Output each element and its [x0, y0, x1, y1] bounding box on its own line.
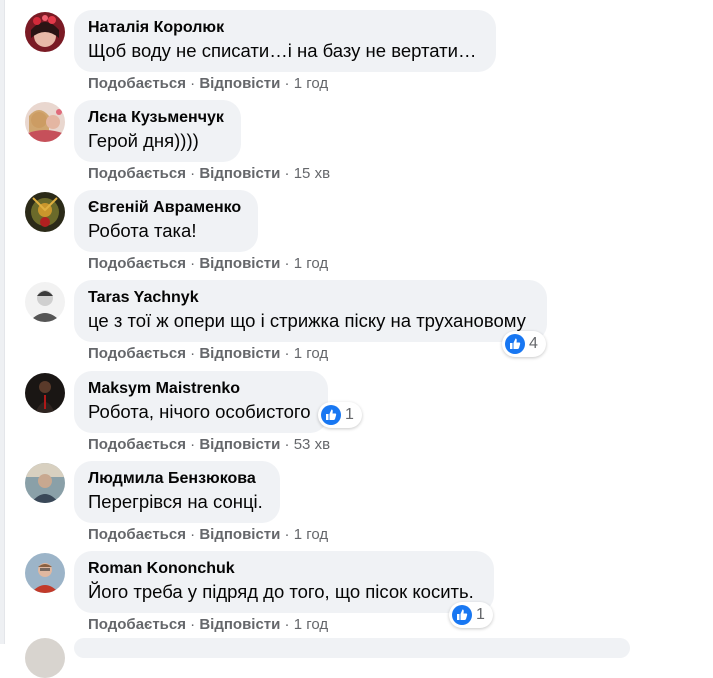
comment-author[interactable]: Maksym Maistrenko — [88, 379, 314, 399]
comment-text: Робота така! — [88, 220, 197, 241]
comment-bubble: Maksym Maistrenko Робота, нічого особист… — [74, 371, 328, 433]
like-thumbs-up-icon — [452, 605, 472, 625]
separator: · — [280, 616, 294, 633]
comment-author[interactable]: Євгеній Авраменко — [88, 198, 244, 218]
comment-author[interactable]: Людмила Бензюкова — [88, 469, 266, 489]
comment: Taras Yachnyk це з тої ж опери що і стри… — [0, 270, 713, 362]
reaction-badge[interactable]: 1 — [318, 402, 362, 428]
comment: Лєна Кузьменчук Герой дня)))) Подобаєтьс… — [0, 90, 713, 182]
avatar[interactable] — [25, 12, 65, 52]
avatar[interactable] — [25, 192, 65, 232]
separator: · — [185, 616, 200, 633]
comment-text: Герой дня)))) — [88, 130, 199, 151]
comment: Євгеній Авраменко Робота така! Подобаєть… — [0, 180, 713, 272]
comment-bubble — [74, 638, 630, 658]
like-thumbs-up-icon — [505, 334, 525, 354]
reaction-badge[interactable]: 4 — [502, 331, 546, 357]
comment-actions: Подобається · Відповісти · 1 год — [88, 615, 328, 635]
comment-author[interactable]: Roman Kononchuk — [88, 559, 480, 579]
comment-bubble: Roman Kononchuk Його треба у підряд до т… — [74, 551, 494, 613]
avatar[interactable] — [25, 282, 65, 322]
like-link[interactable]: Подобається — [88, 616, 186, 633]
reaction-badge[interactable]: 1 — [449, 602, 493, 628]
comment-bubble: Наталія Королюк Щоб воду не списати…і на… — [74, 10, 496, 72]
comment-bubble: Людмила Бензюкова Перегрівся на сонці. — [74, 461, 280, 523]
comment-text: Робота, нічого особистого — [88, 401, 311, 422]
comment: Maksym Maistrenko Робота, нічого особист… — [0, 360, 713, 453]
comment: Roman Kononchuk Його треба у підряд до т… — [0, 540, 713, 633]
comment-author[interactable]: Лєна Кузьменчук — [88, 108, 227, 128]
like-thumbs-up-icon — [321, 405, 341, 425]
avatar[interactable] — [25, 102, 65, 142]
avatar[interactable] — [25, 553, 65, 593]
comment-text: це з тої ж опери що і стрижка піску на т… — [88, 310, 526, 331]
comment-author[interactable]: Taras Yachnyk — [88, 288, 533, 308]
comment-time[interactable]: 1 год — [294, 616, 328, 633]
reply-link[interactable]: Відповісти — [199, 616, 280, 633]
reaction-count: 1 — [345, 406, 354, 423]
reaction-count: 4 — [529, 335, 538, 352]
avatar[interactable] — [25, 463, 65, 503]
comment-text: Щоб воду не списати…і на базу не вертати… — [88, 40, 477, 61]
comment-text: Його треба у підряд до того, що пісок ко… — [88, 581, 474, 602]
comment: Наталія Королюк Щоб воду не списати…і на… — [0, 0, 713, 92]
avatar[interactable] — [25, 373, 65, 413]
comment-bubble: Лєна Кузьменчук Герой дня)))) — [74, 100, 241, 162]
comment: Людмила Бензюкова Перегрівся на сонці. П… — [0, 450, 713, 543]
comment-author[interactable]: Наталія Королюк — [88, 18, 482, 38]
comment-bubble: Євгеній Авраменко Робота така! — [74, 190, 258, 252]
reaction-count: 1 — [476, 606, 485, 623]
comment-text: Перегрівся на сонці. — [88, 491, 263, 512]
comment-bubble: Taras Yachnyk це з тої ж опери що і стри… — [74, 280, 547, 342]
avatar[interactable] — [25, 638, 65, 678]
